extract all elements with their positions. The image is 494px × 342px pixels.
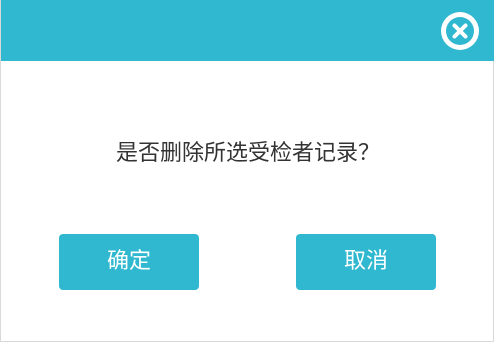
cancel-button[interactable]: 取消 xyxy=(296,234,436,290)
close-icon xyxy=(441,12,479,50)
dialog-titlebar xyxy=(1,0,494,61)
confirm-delete-dialog: 是否删除所选受检者记录？ 确定 取消 xyxy=(0,0,494,342)
close-button[interactable] xyxy=(439,10,481,52)
confirm-button[interactable]: 确定 xyxy=(59,234,199,290)
confirm-message: 是否删除所选受检者记录？ xyxy=(115,141,380,166)
